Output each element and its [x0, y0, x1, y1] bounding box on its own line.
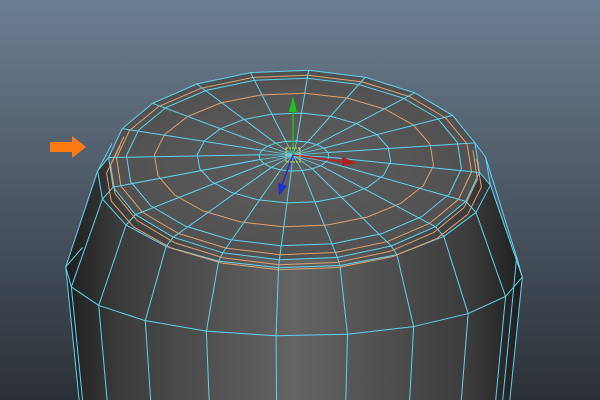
3d-viewport[interactable]	[0, 0, 600, 400]
cap-face	[108, 69, 480, 261]
side-vertical-edge	[275, 335, 278, 400]
cylinder-mesh[interactable]	[65, 69, 523, 400]
